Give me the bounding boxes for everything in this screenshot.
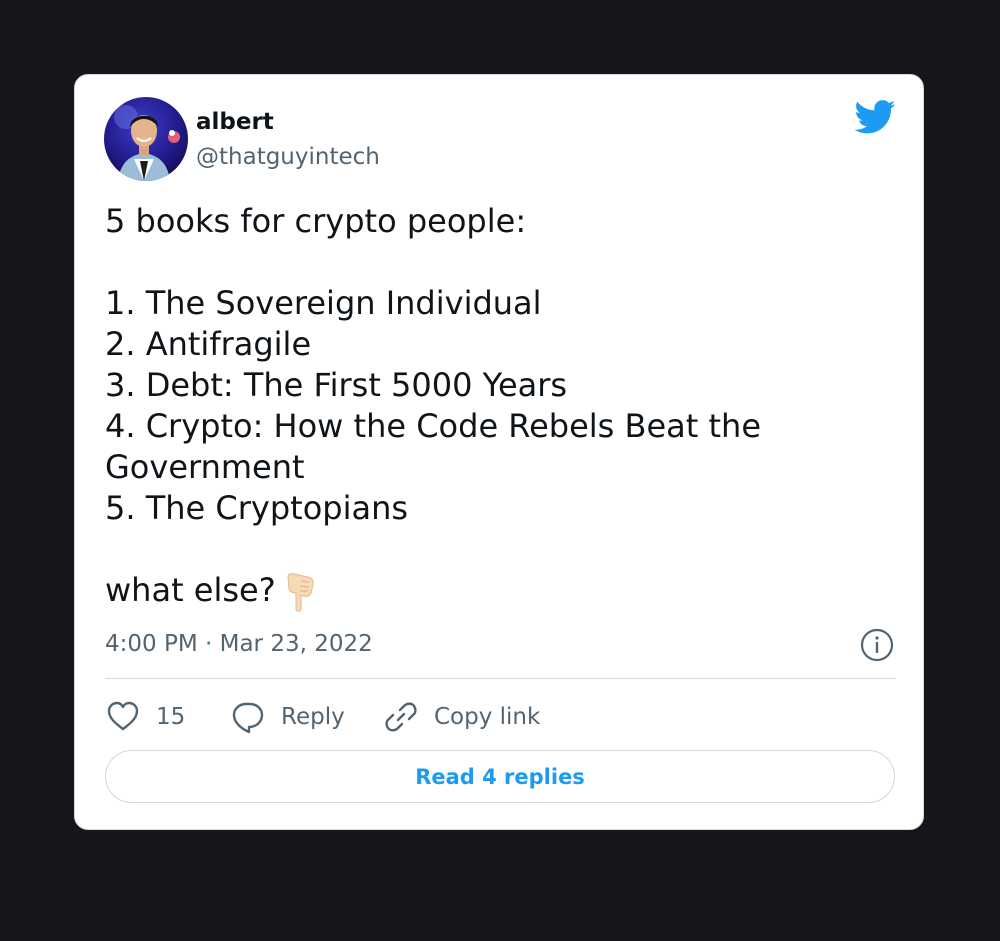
author-display-name[interactable]: albert	[196, 107, 274, 137]
tweet-last-line: what else?	[105, 570, 895, 613]
avatar-image	[104, 97, 188, 181]
tweet-line: Government	[105, 448, 305, 486]
tweet-card: albert @thatguyintech 5 books for crypto…	[74, 74, 924, 830]
tweet-text: 5 books for crypto people: 1. The Sovere…	[105, 201, 895, 613]
like-button[interactable]: 15	[105, 697, 185, 737]
backhand-index-pointing-down-emoji	[287, 573, 314, 612]
author-handle[interactable]: @thatguyintech	[196, 142, 380, 172]
read-replies-label: Read 4 replies	[415, 764, 585, 789]
avatar[interactable]	[104, 97, 188, 181]
tweet-line: 3. Debt: The First 5000 Years	[105, 366, 568, 404]
divider	[105, 678, 896, 679]
read-replies-button[interactable]: Read 4 replies	[105, 750, 895, 803]
tweet-line: 1. The Sovereign Individual	[105, 284, 542, 322]
tweet-line: 2. Antifragile	[105, 325, 312, 363]
reply-bubble-icon	[232, 702, 264, 734]
tweet-line: what else?	[105, 571, 276, 609]
reply-button[interactable]: Reply	[230, 697, 345, 737]
twitter-bird-icon[interactable]	[855, 100, 896, 134]
copy-link-label: Copy link	[434, 704, 541, 730]
tweet-line: 5. The Cryptopians	[105, 489, 409, 527]
copy-link-button[interactable]: Copy link	[383, 697, 540, 737]
tweet-line: 4. Crypto: How the Code Rebels Beat the	[105, 407, 761, 445]
like-count: 15	[156, 704, 186, 730]
link-icon	[385, 702, 417, 732]
reply-label: Reply	[281, 704, 345, 730]
heart-icon	[107, 701, 139, 731]
tweet-timestamp[interactable]: 4:00 PM · Mar 23, 2022	[105, 629, 373, 659]
tweet-line: 5 books for crypto people:	[105, 202, 527, 240]
info-icon[interactable]	[860, 628, 894, 662]
